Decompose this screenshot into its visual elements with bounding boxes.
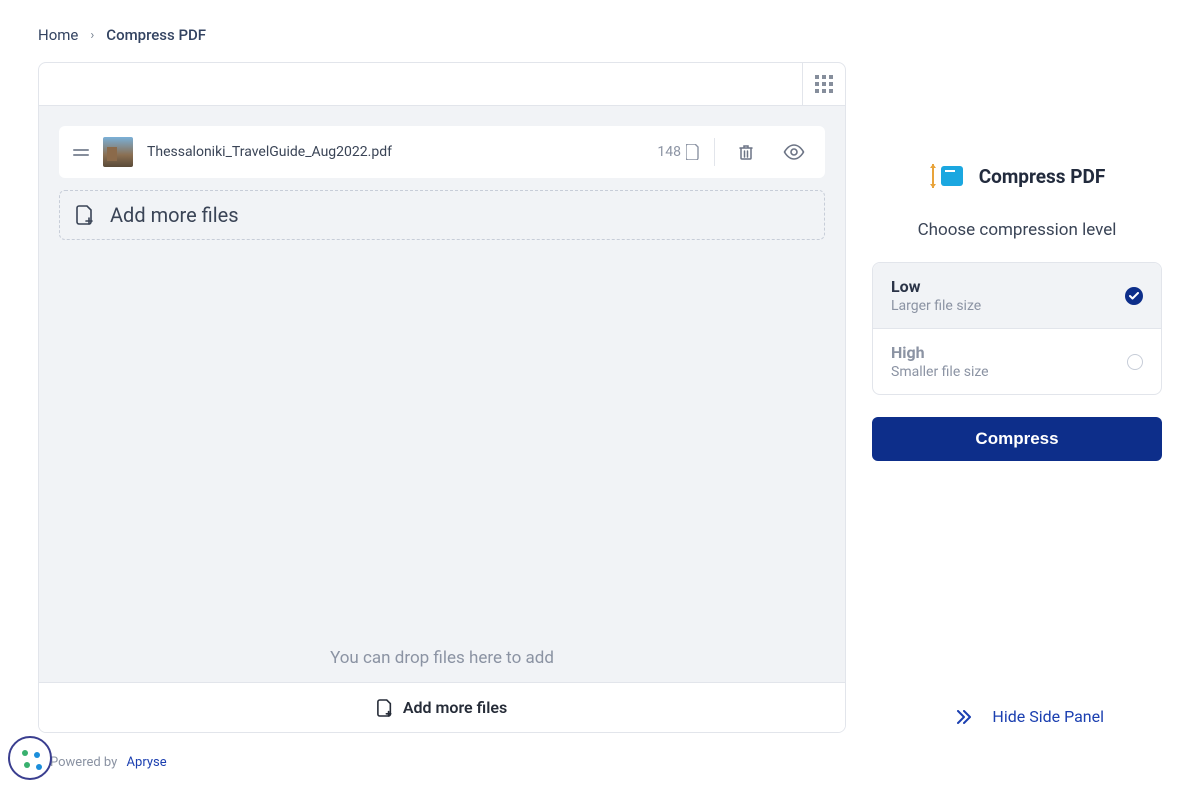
option-subtitle: Smaller file size (891, 364, 989, 380)
compress-icon (929, 162, 965, 190)
file-drop-area[interactable]: Thessaloniki_TravelGuide_Aug2022.pdf 148… (39, 106, 845, 682)
add-more-files-row[interactable]: Add more files (59, 190, 825, 240)
grid-view-toggle[interactable] (802, 63, 845, 106)
preview-file-button[interactable] (777, 144, 811, 160)
compression-option-low[interactable]: Low Larger file size (873, 263, 1161, 328)
side-panel: Compress PDF Choose compression level Lo… (872, 62, 1162, 733)
file-thumbnail (103, 137, 133, 167)
page-count: 148 (657, 138, 715, 166)
breadcrumb: Home › Compress PDF (0, 0, 1200, 62)
main-panel: Thessaloniki_TravelGuide_Aug2022.pdf 148… (38, 62, 846, 733)
powered-prefix: Powered by (50, 755, 117, 770)
breadcrumb-home[interactable]: Home (38, 26, 78, 44)
compress-button[interactable]: Compress (872, 417, 1162, 461)
eye-icon (783, 144, 805, 160)
add-file-icon (76, 205, 94, 225)
drag-handle-icon[interactable] (73, 149, 89, 156)
powered-by: Powered by Apryse (50, 755, 167, 770)
chevron-right-icon: › (90, 28, 94, 43)
compression-option-high[interactable]: High Smaller file size (873, 328, 1161, 394)
main-toolbar (39, 63, 845, 106)
add-file-icon (377, 699, 393, 717)
chevron-double-right-icon (956, 710, 972, 724)
side-header: Compress PDF (872, 162, 1162, 190)
add-more-files-footer[interactable]: Add more files (39, 682, 845, 732)
delete-file-button[interactable] (729, 143, 763, 161)
option-title: Low (891, 277, 981, 296)
file-row: Thessaloniki_TravelGuide_Aug2022.pdf 148 (59, 126, 825, 178)
compression-options: Low Larger file size High Smaller file s… (872, 262, 1162, 395)
hide-side-panel-button[interactable]: Hide Side Panel (956, 707, 1104, 726)
side-subtitle: Choose compression level (872, 220, 1162, 240)
cookie-settings-button[interactable] (8, 736, 52, 780)
footer-add-label: Add more files (403, 698, 507, 717)
grid-icon (815, 75, 833, 93)
powered-brand-link[interactable]: Apryse (127, 755, 167, 770)
option-title: High (891, 343, 989, 362)
hide-panel-label: Hide Side Panel (992, 707, 1104, 726)
add-more-files-label: Add more files (110, 203, 239, 227)
option-subtitle: Larger file size (891, 298, 981, 314)
trash-icon (737, 143, 755, 161)
page-count-value: 148 (657, 144, 681, 160)
page-icon (686, 144, 700, 160)
radio-selected-icon (1125, 287, 1143, 305)
breadcrumb-current: Compress PDF (106, 26, 206, 44)
file-name: Thessaloniki_TravelGuide_Aug2022.pdf (147, 144, 643, 160)
drop-hint: You can drop files here to add (39, 648, 845, 668)
side-title: Compress PDF (979, 165, 1106, 188)
radio-unselected-icon (1127, 354, 1143, 370)
